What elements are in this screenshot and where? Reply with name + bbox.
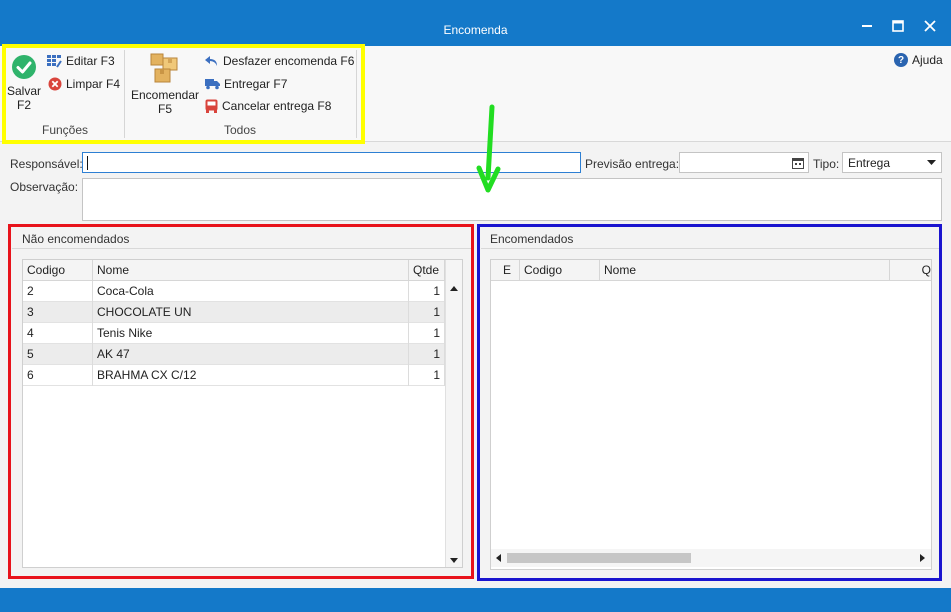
clear-x-icon xyxy=(48,77,62,91)
entregar-label: Entregar F7 xyxy=(224,77,288,91)
grid-header: E Codigo Nome Q xyxy=(491,260,931,281)
undo-arrow-icon xyxy=(205,56,217,66)
cell-codigo: 2 xyxy=(23,281,93,302)
encomendados-title: Encomendados xyxy=(490,232,574,246)
status-bar xyxy=(0,588,951,612)
table-row[interactable]: 5 AK 47 1 xyxy=(23,344,445,365)
maximize-icon xyxy=(892,20,904,32)
grid-edit-icon xyxy=(47,54,62,68)
todos-group-label: Todos xyxy=(224,123,257,137)
ajuda-label: Ajuda xyxy=(912,53,943,67)
check-circle-icon xyxy=(12,55,36,79)
title-bar: Encomenda xyxy=(0,0,951,46)
grid-header: Codigo Nome Qtde xyxy=(23,260,445,281)
editar-button[interactable]: Editar F3 xyxy=(47,54,115,68)
encomendar-label: Encomendar xyxy=(130,88,200,102)
column-header-qtde[interactable]: Qtde xyxy=(409,260,445,281)
salvar-button[interactable]: Salvar F2 xyxy=(6,54,42,112)
cell-qtde: 1 xyxy=(409,344,445,365)
table-row[interactable]: 4 Tenis Nike 1 xyxy=(23,323,445,344)
cell-nome: CHOCOLATE UN xyxy=(93,302,409,323)
nao-encomendados-panel: Não encomendados Codigo Nome Qtde 2 Coca… xyxy=(12,228,471,576)
calendar-icon[interactable] xyxy=(792,157,804,169)
desfazer-encomenda-button[interactable]: Desfazer encomenda F6 xyxy=(205,54,354,68)
green-arrow-annotation xyxy=(476,104,501,193)
cell-codigo: 4 xyxy=(23,323,93,344)
cell-nome: Tenis Nike xyxy=(93,323,409,344)
editar-label: Editar F3 xyxy=(66,54,115,68)
cancelar-entrega-button[interactable]: Cancelar entrega F8 xyxy=(205,99,331,113)
tipo-label: Tipo: xyxy=(813,157,840,171)
encomendar-shortcut: F5 xyxy=(157,102,172,116)
nao-encomendados-grid: Codigo Nome Qtde 2 Coca-Cola 1 3 CHOCOLA… xyxy=(22,259,463,568)
cell-nome: BRAHMA CX C/12 xyxy=(93,365,409,386)
cell-codigo: 5 xyxy=(23,344,93,365)
help-icon: ? xyxy=(894,53,908,67)
cell-qtde: 1 xyxy=(409,281,445,302)
column-header-nome[interactable]: Nome xyxy=(600,260,890,280)
panel-divider xyxy=(12,248,471,249)
responsavel-label: Responsável: xyxy=(10,157,83,171)
cell-qtde: 1 xyxy=(409,323,445,344)
encomendar-button[interactable]: Encomendar F5 xyxy=(130,52,200,116)
scroll-down-arrow-icon[interactable] xyxy=(450,558,458,563)
cell-qtde: 1 xyxy=(409,302,445,323)
previsao-label: Previsão entrega: xyxy=(585,157,680,171)
group-separator xyxy=(124,50,125,138)
responsavel-input[interactable] xyxy=(82,152,581,173)
previsao-input[interactable] xyxy=(679,152,809,173)
table-row[interactable]: 3 CHOCOLATE UN 1 xyxy=(23,302,445,323)
minimize-icon xyxy=(862,25,872,27)
observacao-textarea[interactable] xyxy=(82,178,942,221)
table-row[interactable]: 6 BRAHMA CX C/12 1 xyxy=(23,365,445,386)
vertical-scrollbar[interactable] xyxy=(445,260,462,567)
entregar-button[interactable]: Entregar F7 xyxy=(205,77,287,91)
scroll-up-arrow-icon[interactable] xyxy=(450,286,458,291)
desfazer-label: Desfazer encomenda F6 xyxy=(223,54,355,68)
tipo-select[interactable]: Entrega xyxy=(842,152,942,173)
text-caret xyxy=(87,156,88,170)
panel-divider xyxy=(481,248,939,249)
scroll-left-arrow-icon[interactable] xyxy=(496,554,501,562)
column-header-codigo[interactable]: Codigo xyxy=(23,260,93,281)
observacao-label: Observação: xyxy=(10,180,79,194)
nao-encomendados-title: Não encomendados xyxy=(22,232,130,246)
column-header-e[interactable]: E xyxy=(491,260,520,280)
column-header-q[interactable]: Q xyxy=(890,260,931,280)
funcoes-group-label: Funções xyxy=(42,123,89,137)
cell-codigo: 6 xyxy=(23,365,93,386)
column-header-nome[interactable]: Nome xyxy=(93,260,409,281)
close-icon xyxy=(924,20,936,32)
scrollbar-thumb[interactable] xyxy=(507,553,691,563)
limpar-button[interactable]: Limpar F4 xyxy=(48,77,120,91)
close-button[interactable] xyxy=(921,17,939,35)
chevron-down-icon xyxy=(927,160,936,165)
horizontal-scrollbar[interactable] xyxy=(491,549,931,567)
minimize-button[interactable] xyxy=(858,17,876,35)
cancel-bus-icon xyxy=(205,99,218,113)
cell-codigo: 3 xyxy=(23,302,93,323)
cell-qtde: 1 xyxy=(409,365,445,386)
cell-nome: Coca-Cola xyxy=(93,281,409,302)
boxes-icon xyxy=(150,53,178,83)
cell-nome: AK 47 xyxy=(93,344,409,365)
salvar-shortcut: F2 xyxy=(16,98,31,112)
salvar-label: Salvar xyxy=(6,84,41,98)
group-separator-end xyxy=(356,50,357,138)
truck-icon xyxy=(205,79,220,90)
limpar-label: Limpar F4 xyxy=(66,77,121,91)
encomendados-panel: Encomendados E Codigo Nome Q xyxy=(481,228,939,578)
maximize-button[interactable] xyxy=(889,17,907,35)
table-row[interactable]: 2 Coca-Cola 1 xyxy=(23,281,445,302)
scroll-right-arrow-icon[interactable] xyxy=(920,554,925,562)
cancelar-label: Cancelar entrega F8 xyxy=(222,99,332,113)
column-header-codigo[interactable]: Codigo xyxy=(520,260,600,280)
ajuda-button[interactable]: ? Ajuda xyxy=(894,53,943,67)
window-title: Encomenda xyxy=(443,23,508,37)
encomendados-grid: E Codigo Nome Q xyxy=(490,259,932,570)
tipo-value: Entrega xyxy=(848,156,891,170)
